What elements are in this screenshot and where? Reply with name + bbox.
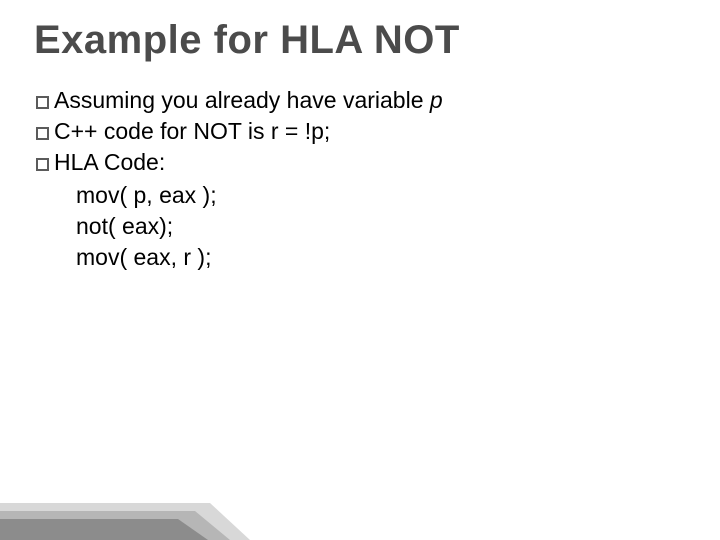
slide-title: Example for HLA NOT	[34, 18, 686, 63]
square-bullet-icon	[36, 158, 49, 171]
bullet-item: HLA Code:	[36, 147, 686, 178]
slide-body: Assuming you already have variable p C++…	[34, 85, 686, 273]
corner-accent-icon	[0, 475, 250, 540]
bullet-text: Assuming you already have variable p	[54, 85, 443, 116]
bullet-text: C++ code for NOT is r = !p;	[54, 116, 330, 147]
code-block: mov( p, eax ); not( eax); mov( eax, r );	[76, 180, 686, 273]
code-line: mov( eax, r );	[76, 242, 686, 273]
code-line: mov( p, eax );	[76, 180, 686, 211]
code-line: not( eax);	[76, 211, 686, 242]
bullet-text-prefix: Assuming you already have variable	[54, 87, 430, 113]
bullet-text-italic: p	[430, 87, 443, 113]
bullet-item: C++ code for NOT is r = !p;	[36, 116, 686, 147]
square-bullet-icon	[36, 96, 49, 109]
bullet-text: HLA Code:	[54, 147, 165, 178]
square-bullet-icon	[36, 127, 49, 140]
slide: Example for HLA NOT Assuming you already…	[0, 0, 720, 540]
bullet-item: Assuming you already have variable p	[36, 85, 686, 116]
